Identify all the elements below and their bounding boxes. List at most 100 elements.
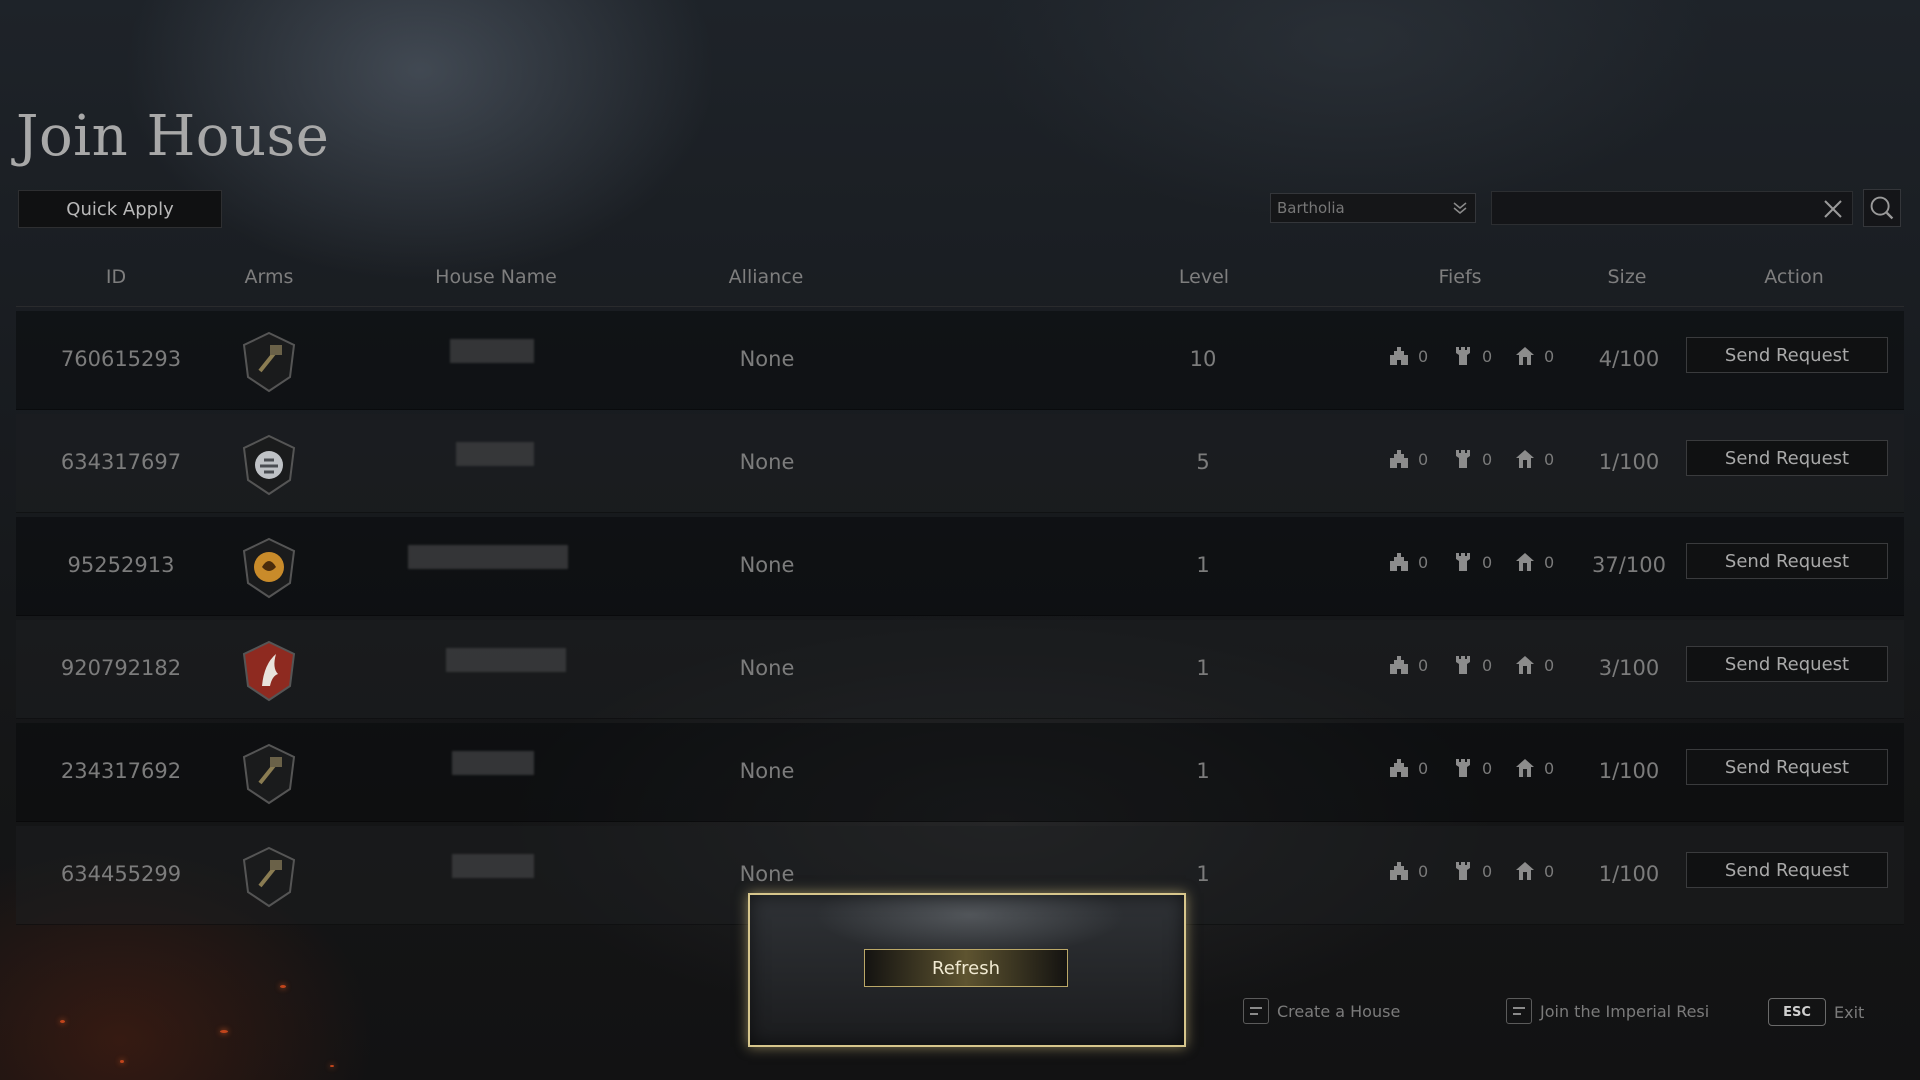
house-name-redacted <box>408 545 568 569</box>
page-title: Join House <box>16 104 330 169</box>
column-header-id: ID <box>105 266 127 288</box>
fief-castle-value: 0 <box>1418 758 1429 778</box>
house-arms-icon <box>240 331 298 393</box>
tower-icon <box>1456 553 1470 571</box>
send-request-button[interactable]: Send Request <box>1686 337 1888 373</box>
castle-icon <box>1390 553 1408 571</box>
size-value: 1/100 <box>1598 759 1660 783</box>
ember <box>60 1020 65 1023</box>
fief-tower-count: 0 <box>1452 860 1492 882</box>
fief-castle-count: 0 <box>1388 345 1428 367</box>
fief-castle-count: 0 <box>1388 654 1428 676</box>
house-id: 920792182 <box>60 656 182 680</box>
fief-house-value: 0 <box>1544 346 1555 366</box>
table-row[interactable]: 95252913 None 1 0 0 0 37/100 Send Reques… <box>16 517 1904 616</box>
column-header-fiefs: Fiefs <box>1438 266 1482 288</box>
alliance-value: None <box>739 656 795 680</box>
table-row[interactable]: 920792182 None 1 0 0 0 3/100 Send Reques… <box>16 620 1904 719</box>
refresh-dialog: Refresh <box>748 893 1186 1047</box>
table-row[interactable]: 234317692 None 1 0 0 0 1/100 Send Reques… <box>16 723 1904 822</box>
house-icon <box>1516 862 1534 880</box>
search-button[interactable] <box>1863 189 1901 227</box>
alliance-value: None <box>739 553 795 577</box>
castle-icon <box>1390 759 1408 777</box>
alliance-value: None <box>739 450 795 474</box>
send-request-button[interactable]: Send Request <box>1686 543 1888 579</box>
alliance-value: None <box>739 862 795 886</box>
fief-house-value: 0 <box>1544 449 1555 469</box>
fief-castle-value: 0 <box>1418 552 1429 572</box>
exit-hint[interactable]: ESC Exit <box>1768 998 1864 1026</box>
house-name-redacted <box>452 751 534 775</box>
house-icon <box>1516 759 1534 777</box>
fief-tower-value: 0 <box>1482 449 1493 469</box>
create-house-hint[interactable]: Create a House <box>1243 998 1400 1024</box>
search-input[interactable] <box>1491 191 1853 225</box>
level-value: 1 <box>1196 656 1210 680</box>
send-request-button[interactable]: Send Request <box>1686 852 1888 888</box>
search-icon <box>1870 196 1894 220</box>
house-icon <box>1516 450 1534 468</box>
table-row[interactable]: 634317697 None 5 0 0 0 1/100 Send Reques… <box>16 414 1904 513</box>
fief-castle-count: 0 <box>1388 757 1428 779</box>
house-name-redacted <box>456 442 534 466</box>
tower-icon <box>1456 759 1470 777</box>
close-icon[interactable] <box>1822 198 1844 220</box>
column-header-house-name: House Name <box>435 266 557 288</box>
house-id: 234317692 <box>60 759 182 783</box>
ember <box>280 985 286 988</box>
fief-tower-value: 0 <box>1482 655 1493 675</box>
fief-castle-count: 0 <box>1388 448 1428 470</box>
size-value: 4/100 <box>1598 347 1660 371</box>
tower-icon <box>1456 347 1470 365</box>
send-request-button[interactable]: Send Request <box>1686 646 1888 682</box>
fief-house-count: 0 <box>1514 654 1554 676</box>
tower-icon <box>1456 862 1470 880</box>
quick-apply-button[interactable]: Quick Apply <box>18 190 222 228</box>
house-name-redacted <box>446 648 566 672</box>
tower-icon <box>1456 656 1470 674</box>
join-imperial-hint[interactable]: Join the Imperial Resi <box>1506 998 1709 1024</box>
house-id: 760615293 <box>60 347 182 371</box>
fief-castle-count: 0 <box>1388 860 1428 882</box>
fief-tower-value: 0 <box>1482 758 1493 778</box>
table-row[interactable]: 760615293 None 10 0 0 0 4/100 Send Reque… <box>16 311 1904 410</box>
size-value: 3/100 <box>1598 656 1660 680</box>
house-icon <box>1516 553 1534 571</box>
level-value: 1 <box>1196 862 1210 886</box>
region-select-value: Bartholia <box>1277 199 1345 217</box>
esc-key-icon: ESC <box>1768 998 1826 1026</box>
castle-icon <box>1390 450 1408 468</box>
chevron-down-icon <box>1453 202 1467 214</box>
fief-house-value: 0 <box>1544 861 1555 881</box>
fief-house-value: 0 <box>1544 758 1555 778</box>
column-header-size: Size <box>1607 266 1647 288</box>
fief-castle-value: 0 <box>1418 346 1429 366</box>
tower-icon <box>1456 450 1470 468</box>
refresh-button[interactable]: Refresh <box>864 949 1068 987</box>
fief-castle-value: 0 <box>1418 449 1429 469</box>
fief-tower-value: 0 <box>1482 861 1493 881</box>
level-value: 1 <box>1196 759 1210 783</box>
level-value: 5 <box>1196 450 1210 474</box>
fief-house-count: 0 <box>1514 860 1554 882</box>
fief-tower-count: 0 <box>1452 448 1492 470</box>
send-request-button[interactable]: Send Request <box>1686 440 1888 476</box>
send-request-button[interactable]: Send Request <box>1686 749 1888 785</box>
house-id: 634455299 <box>60 862 182 886</box>
level-value: 1 <box>1196 553 1210 577</box>
menu-key-icon <box>1506 998 1532 1024</box>
create-house-label: Create a House <box>1277 1001 1401 1021</box>
house-arms-icon <box>240 743 298 805</box>
column-header-level: Level <box>1178 266 1230 288</box>
fief-castle-count: 0 <box>1388 551 1428 573</box>
ember <box>330 1065 334 1067</box>
fief-tower-count: 0 <box>1452 551 1492 573</box>
region-select[interactable]: Bartholia <box>1270 193 1476 223</box>
fief-house-count: 0 <box>1514 345 1554 367</box>
house-table: ID Arms House Name Alliance Level Fiefs … <box>16 250 1904 925</box>
house-arms-icon <box>240 846 298 908</box>
level-value: 10 <box>1189 347 1217 371</box>
castle-icon <box>1390 347 1408 365</box>
house-arms-icon <box>240 537 298 599</box>
